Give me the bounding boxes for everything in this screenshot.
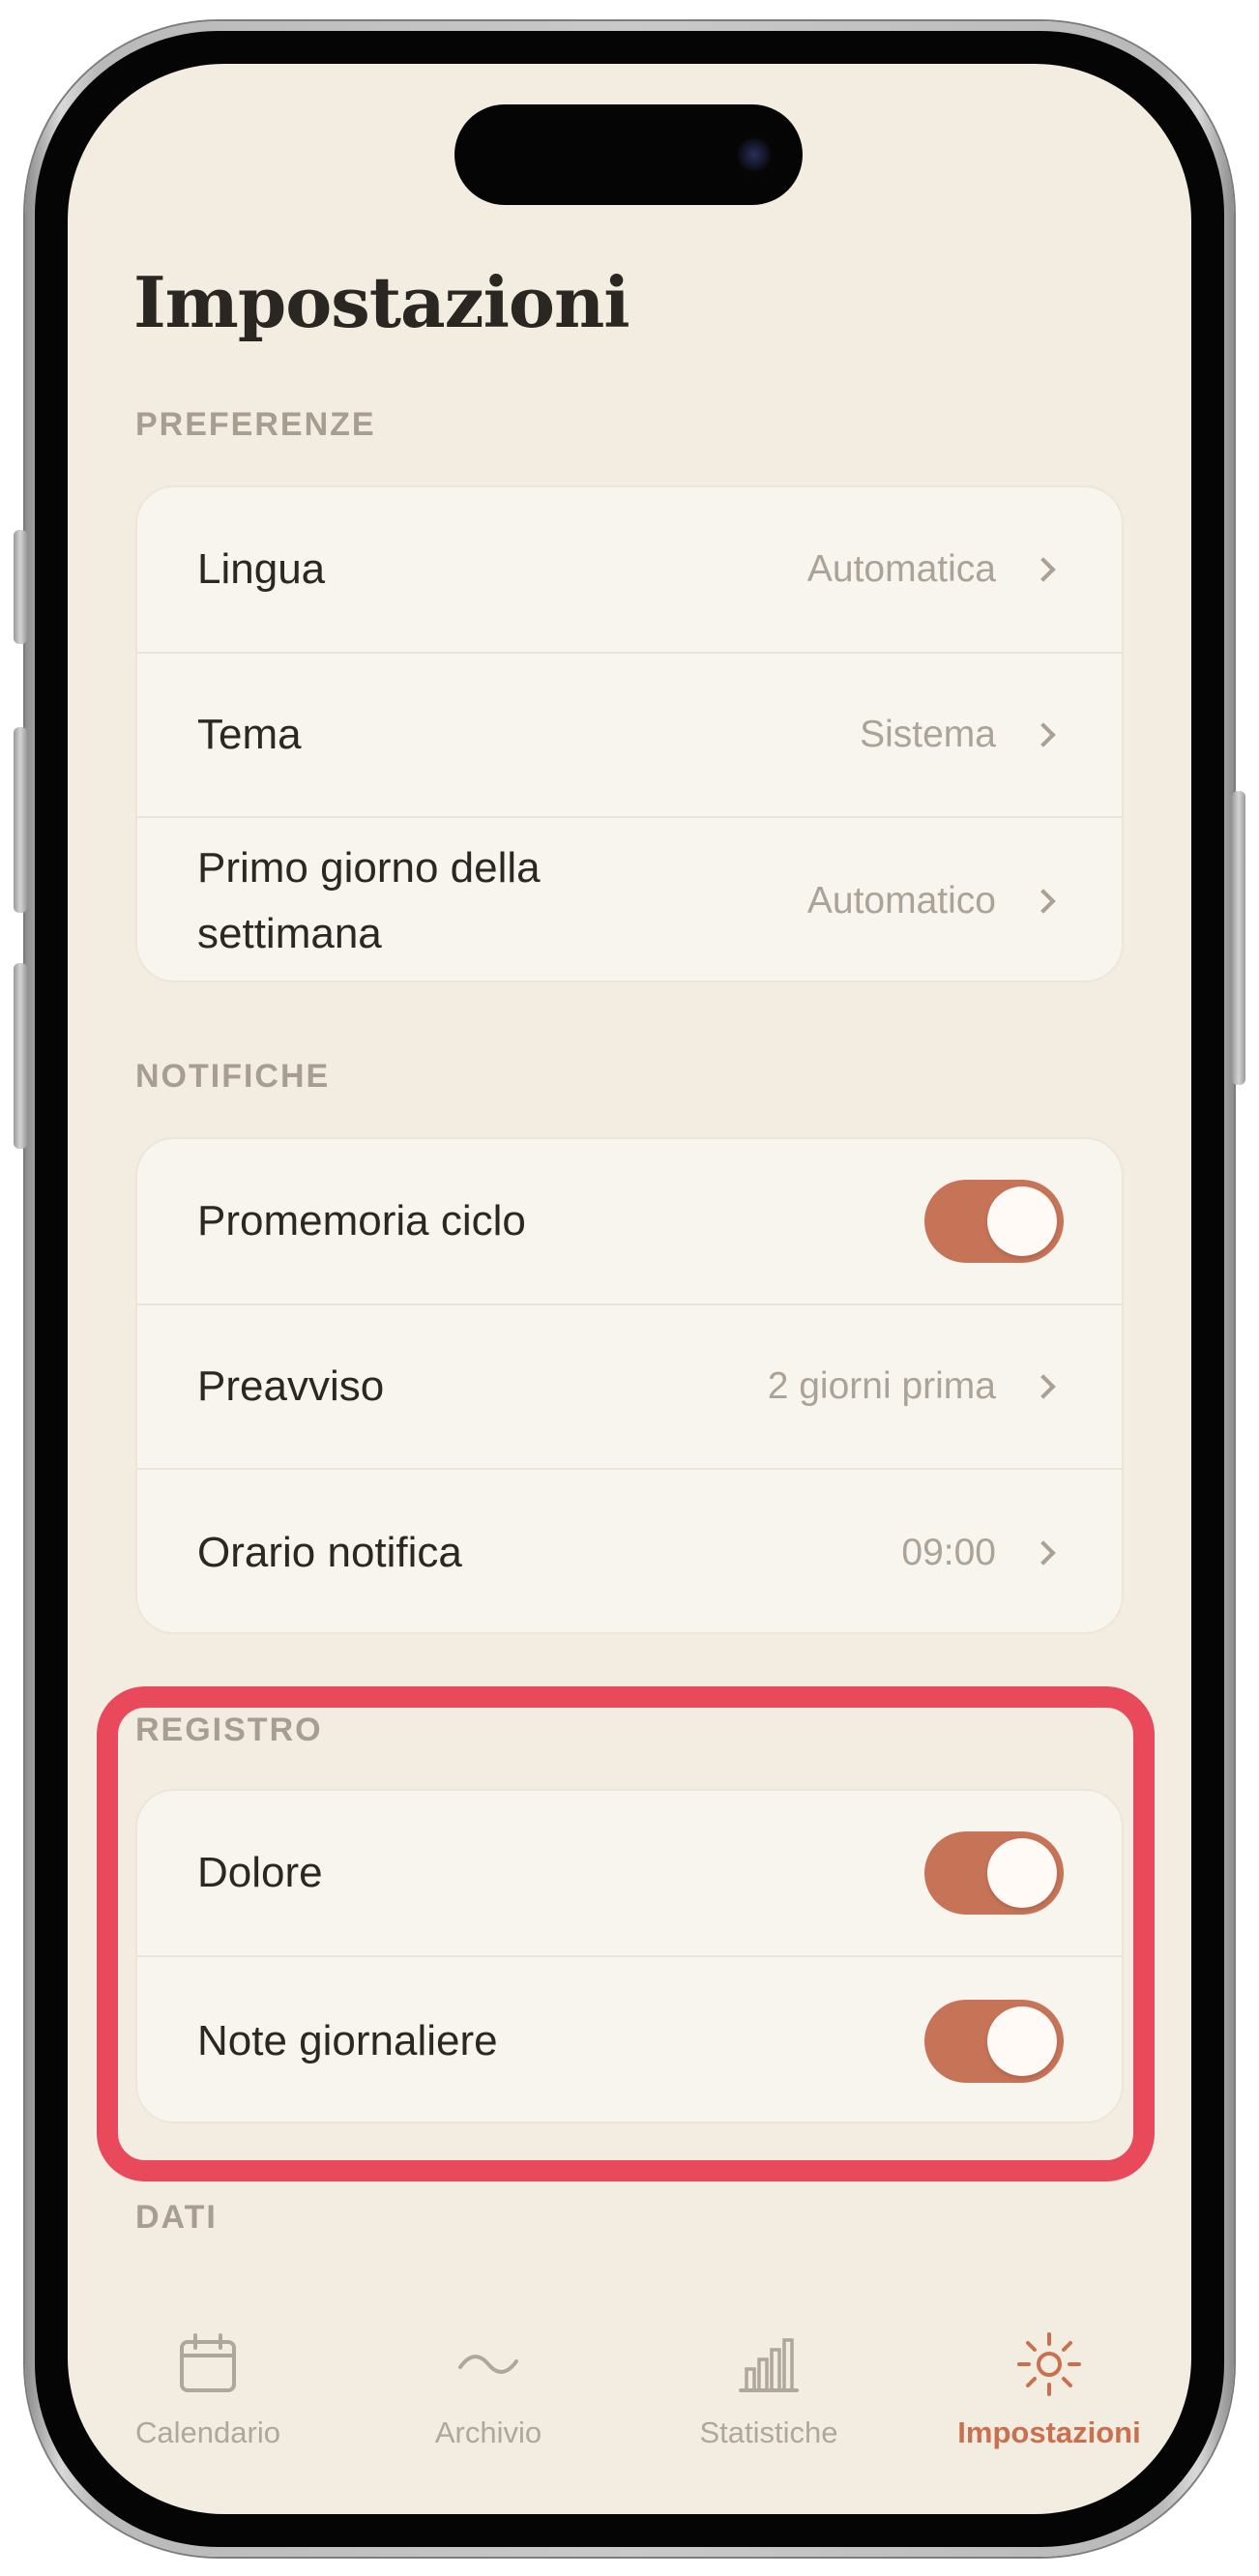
chevron-right-icon xyxy=(1031,1540,1056,1566)
chevron-right-icon xyxy=(1031,722,1056,747)
row-label: Preavviso xyxy=(197,1362,385,1410)
bar-chart-icon xyxy=(739,2338,799,2392)
tab-label: Statistiche xyxy=(699,2415,838,2449)
tab-archivio[interactable]: Archivio xyxy=(348,2301,629,2456)
row-promemoria-ciclo: Promemoria ciclo xyxy=(137,1139,1122,1303)
row-label: Lingua xyxy=(197,545,326,593)
highlight-box xyxy=(97,1686,1155,2181)
row-primo-giorno[interactable]: Primo giorno della settimana Automatico xyxy=(137,816,1122,981)
tab-label: Impostazioni xyxy=(957,2415,1141,2449)
calendar-icon xyxy=(180,2333,236,2392)
row-value: Automatica xyxy=(806,548,996,590)
row-value: 09:00 xyxy=(901,1532,996,1573)
row-label: Tema xyxy=(197,711,302,758)
tab-statistiche[interactable]: Statistiche xyxy=(629,2301,909,2456)
row-label: Primo giorno della settimana xyxy=(197,844,541,957)
page-title: Impostazioni xyxy=(133,261,630,343)
row-orario-notifica[interactable]: Orario notifica 09:00 xyxy=(137,1468,1122,1632)
toggle-knob xyxy=(987,1186,1057,1256)
section-label-preferenze: PREFERENZE xyxy=(135,406,376,443)
row-label: Orario notifica xyxy=(197,1529,462,1576)
preferenze-card: Lingua Automatica Tema Sistema Primo gio… xyxy=(135,485,1124,982)
volume-up-button xyxy=(14,727,27,913)
row-tema[interactable]: Tema Sistema xyxy=(137,652,1122,816)
row-label: Promemoria ciclo xyxy=(197,1197,526,1244)
row-preavviso[interactable]: Preavviso 2 giorni prima xyxy=(137,1303,1122,1468)
chevron-right-icon xyxy=(1031,889,1056,914)
volume-down-button xyxy=(14,963,27,1149)
tab-calendario[interactable]: Calendario xyxy=(68,2301,348,2456)
tab-label: Archivio xyxy=(434,2415,542,2449)
action-button xyxy=(14,530,27,644)
row-value: Automatico xyxy=(806,880,996,922)
row-value: Sistema xyxy=(860,714,996,755)
row-value: 2 giorni prima xyxy=(767,1365,996,1407)
sun-icon xyxy=(1017,2332,1081,2396)
section-label-dati: DATI xyxy=(135,2199,218,2236)
promemoria-ciclo-toggle[interactable] xyxy=(924,1180,1064,1263)
tab-bar: Calendario Archivio Statistiche Impostaz… xyxy=(68,2301,1191,2514)
power-button xyxy=(1232,791,1245,1085)
tab-impostazioni[interactable]: Impostazioni xyxy=(909,2301,1189,2456)
section-label-notifiche: NOTIFICHE xyxy=(135,1058,331,1095)
front-camera xyxy=(737,137,772,172)
notifiche-card: Promemoria ciclo Preavviso 2 giorni prim… xyxy=(135,1137,1124,1634)
tab-label: Calendario xyxy=(135,2415,280,2449)
chevron-right-icon xyxy=(1031,1374,1056,1399)
chevron-right-icon xyxy=(1031,557,1056,582)
wave-icon xyxy=(458,2355,518,2374)
row-lingua[interactable]: Lingua Automatica xyxy=(137,487,1122,652)
